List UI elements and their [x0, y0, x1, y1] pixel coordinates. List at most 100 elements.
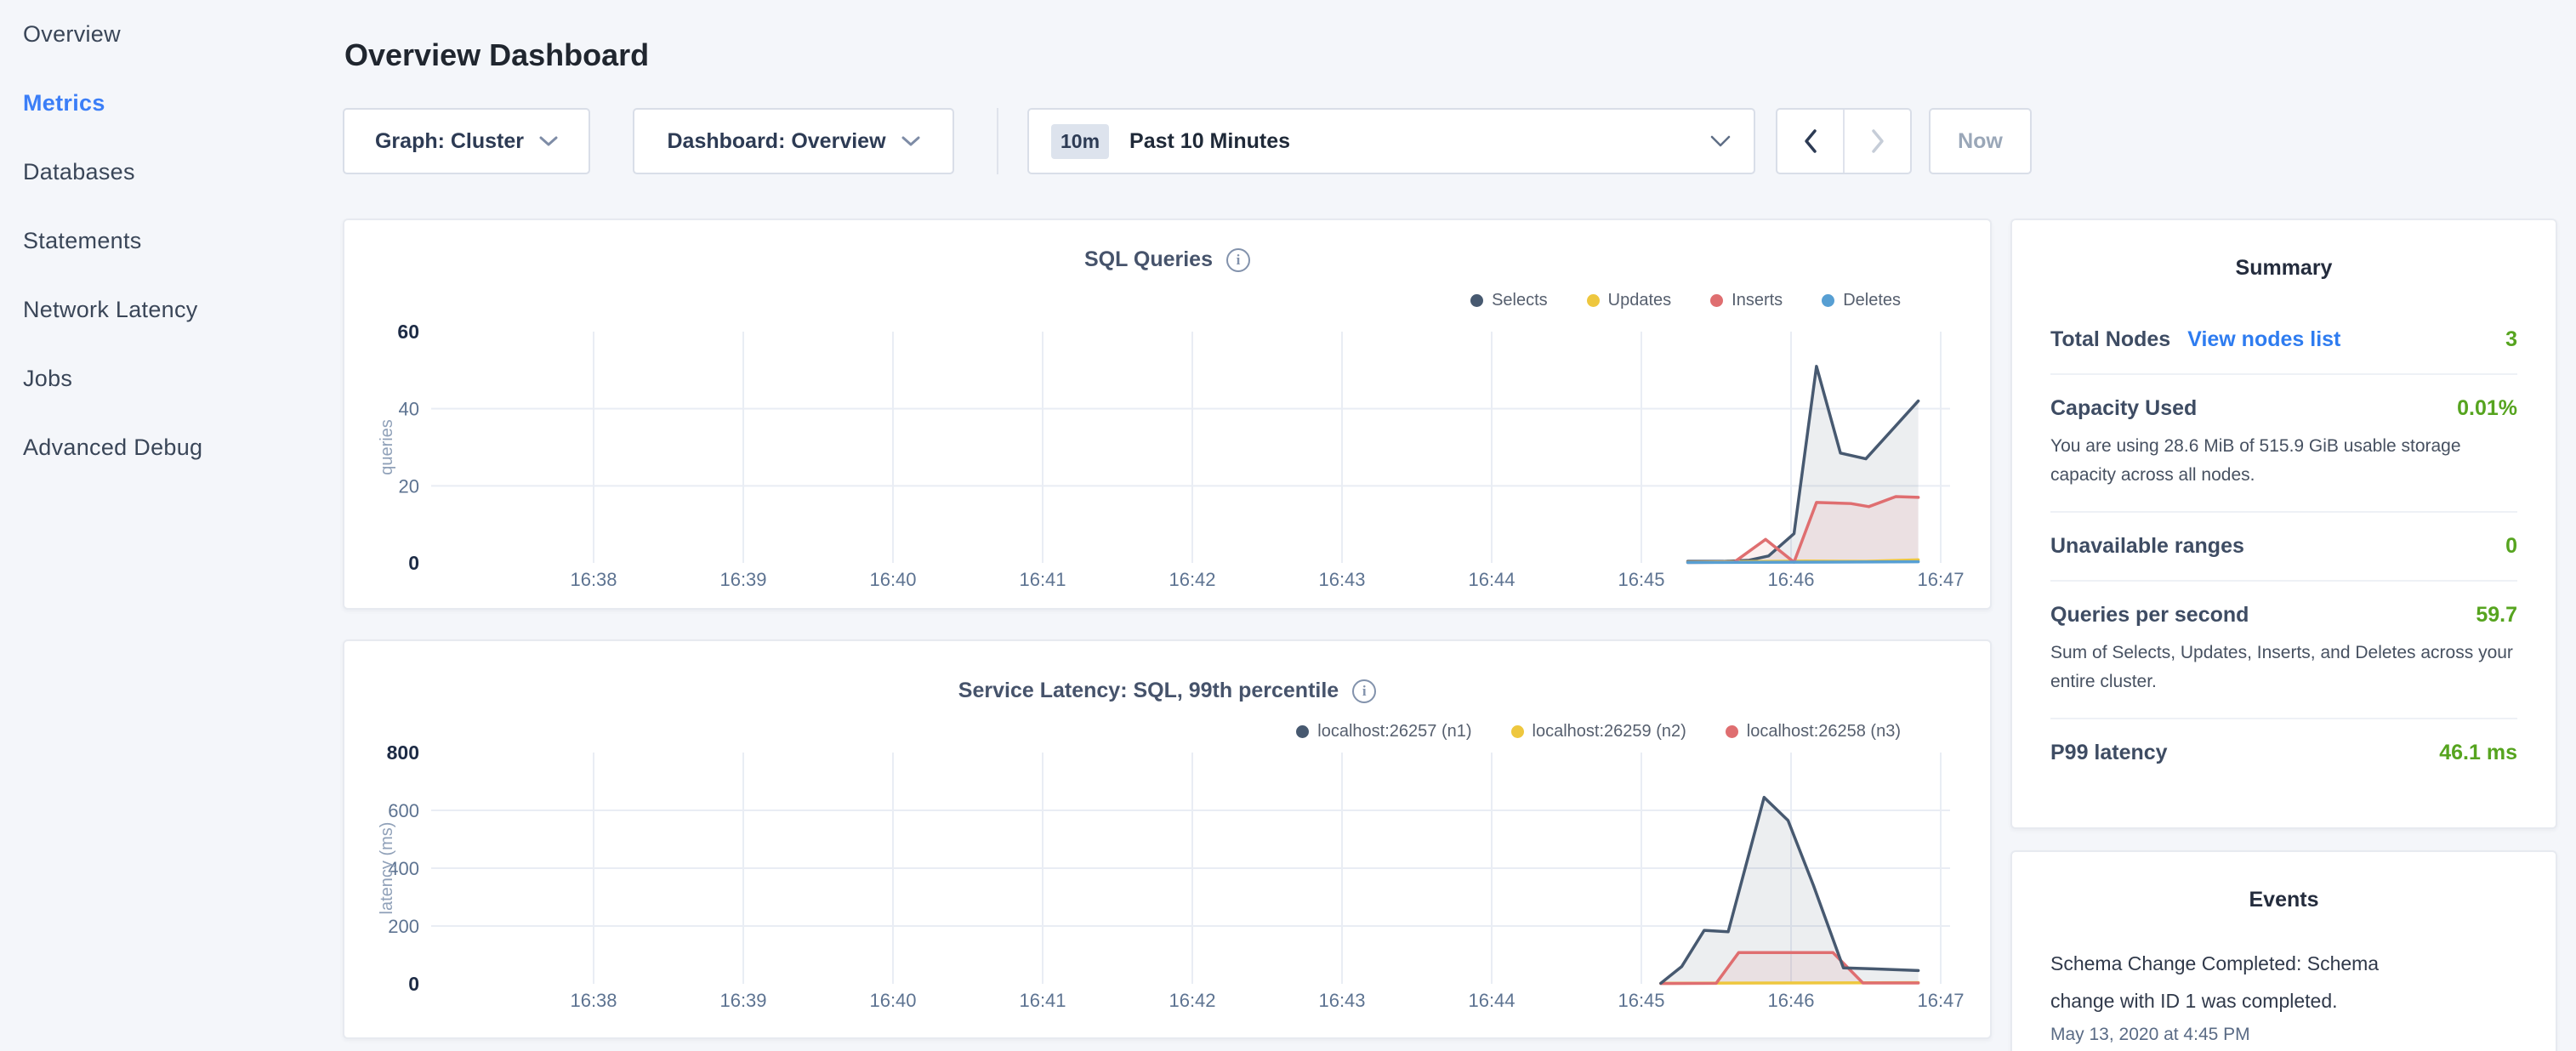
- event-timestamp: May 13, 2020 at 4:45 PM: [2050, 1025, 2517, 1045]
- x-axis-tick-label: 16:41: [1019, 990, 1066, 1011]
- summary-row-label: P99 latency: [2050, 741, 2168, 765]
- series-line: [1688, 562, 1919, 563]
- sidebar-item-overview[interactable]: Overview: [23, 0, 337, 69]
- legend-item: Selects: [1470, 291, 1548, 310]
- legend-item: localhost:26258 (n3): [1726, 722, 1901, 741]
- sidebar-item-databases[interactable]: Databases: [23, 138, 337, 207]
- x-axis-tick-label: 16:40: [869, 569, 916, 590]
- time-range-selector[interactable]: 10m Past 10 Minutes: [1027, 108, 1755, 174]
- x-axis-tick-label: 16:47: [1917, 569, 1964, 590]
- chart-title-row: Service Latency: SQL, 99th percentile i: [344, 679, 1990, 703]
- time-range-label: Past 10 Minutes: [1129, 129, 1290, 154]
- sidebar-item-network-latency[interactable]: Network Latency: [23, 276, 337, 344]
- legend-label: Selects: [1492, 291, 1548, 310]
- x-axis-tick-label: 16:43: [1318, 990, 1365, 1011]
- x-axis-tick-label: 16:45: [1618, 569, 1664, 590]
- graph-scope-dropdown[interactable]: Graph: Cluster: [343, 108, 590, 174]
- legend-dot-icon: [1587, 294, 1600, 307]
- x-axis-tick-label: 16:39: [719, 569, 766, 590]
- y-axis-tick-label: 20: [399, 475, 419, 497]
- event-message: Schema Change Completed: Schema change w…: [2050, 945, 2418, 1020]
- sidebar-nav-list: Overview Metrics Databases Statements Ne…: [0, 0, 337, 482]
- legend-dot-icon: [1822, 294, 1834, 307]
- x-axis-tick-label: 16:38: [570, 990, 617, 1011]
- time-step-forward-button[interactable]: [1843, 110, 1910, 173]
- summary-row-description: Sum of Selects, Updates, Inserts, and De…: [2050, 639, 2517, 696]
- summary-row-label: Unavailable ranges: [2050, 534, 2244, 559]
- controls-row: Graph: Cluster Dashboard: Overview 10m P…: [343, 108, 2035, 174]
- x-axis-tick-label: 16:41: [1019, 569, 1066, 590]
- summary-row-capacity-used: Capacity Used 0.01% You are using 28.6 M…: [2050, 373, 2517, 511]
- chart-title: Service Latency: SQL, 99th percentile: [958, 679, 1339, 703]
- events-title: Events: [2050, 888, 2517, 912]
- summary-row-label: Total Nodes: [2050, 327, 2170, 352]
- time-step-buttons: [1776, 108, 1912, 174]
- legend-dot-icon: [1470, 294, 1483, 307]
- legend-label: Inserts: [1732, 291, 1783, 310]
- summary-row-queries-per-second: Queries per second 59.7 Sum of Selects, …: [2050, 580, 2517, 718]
- main-content: Overview Dashboard Graph: Cluster Dashbo…: [343, 0, 2035, 1051]
- legend-label: localhost:26259 (n2): [1533, 722, 1686, 741]
- x-axis-tick-label: 16:47: [1917, 990, 1964, 1011]
- x-axis-tick-label: 16:43: [1318, 569, 1365, 590]
- y-axis-title: latency (ms): [378, 822, 396, 915]
- time-step-back-button[interactable]: [1777, 110, 1843, 173]
- info-icon[interactable]: i: [1226, 248, 1250, 272]
- y-axis-tick-label: 60: [397, 322, 419, 343]
- sidebar-item-statements[interactable]: Statements: [23, 207, 337, 276]
- summary-title: Summary: [2050, 256, 2517, 281]
- legend-dot-icon: [1710, 294, 1723, 307]
- y-axis-tick-label: 0: [408, 552, 419, 574]
- legend-item: Inserts: [1710, 291, 1783, 310]
- sql-queries-plot[interactable]: 16:3816:3916:4016:4116:4216:4316:4416:45…: [344, 322, 1993, 603]
- y-axis-tick-label: 0: [408, 973, 419, 995]
- x-axis-tick-label: 16:40: [869, 990, 916, 1011]
- summary-row-total-nodes: Total Nodes View nodes list 3: [2050, 306, 2517, 373]
- x-axis-tick-label: 16:42: [1169, 990, 1215, 1011]
- x-axis-tick-label: 16:44: [1468, 990, 1515, 1011]
- sidebar: Overview Metrics Databases Statements Ne…: [0, 0, 337, 1051]
- legend-item: Updates: [1587, 291, 1672, 310]
- db-console-page: Overview Metrics Databases Statements Ne…: [0, 0, 2576, 1051]
- legend-label: localhost:26258 (n3): [1747, 722, 1901, 741]
- graph-scope-label: Graph: Cluster: [375, 129, 524, 154]
- x-axis-tick-label: 16:38: [570, 569, 617, 590]
- controls-divider: [997, 108, 998, 174]
- service-latency-plot[interactable]: 16:38 16:39 16:40 16:41 16:42 16:43 16:44 16:45…: [344, 743, 1993, 1024]
- summary-panel: Summary Total Nodes View nodes list 3 Ca…: [2010, 219, 2557, 829]
- summary-row-value: 0: [2505, 534, 2517, 559]
- chevron-down-icon: [1709, 134, 1732, 148]
- legend-dot-icon: [1296, 725, 1309, 738]
- chevron-left-icon: [1803, 128, 1818, 154]
- chart-legend: SelectsUpdatesInsertsDeletes: [1470, 291, 1901, 310]
- sidebar-item-advanced-debug[interactable]: Advanced Debug: [23, 413, 337, 482]
- chart-title-row: SQL Queries i: [344, 247, 1990, 272]
- legend-item: localhost:26257 (n1): [1296, 722, 1471, 741]
- service-latency-chart-card: Service Latency: SQL, 99th percentile i …: [343, 639, 1992, 1039]
- sql-queries-chart-card: SQL Queries i SelectsUpdatesInsertsDelet…: [343, 219, 1992, 610]
- event-list-item[interactable]: Schema Change Completed: Schema change w…: [2050, 945, 2517, 1045]
- sidebar-item-metrics[interactable]: Metrics: [23, 69, 337, 138]
- view-nodes-list-link[interactable]: View nodes list: [2187, 327, 2340, 352]
- summary-row-value: 3: [2505, 327, 2517, 352]
- dashboard-label: Dashboard: Overview: [667, 129, 885, 154]
- summary-row-value: 0.01%: [2457, 396, 2517, 421]
- legend-item: localhost:26259 (n2): [1511, 722, 1686, 741]
- x-axis-tick-label: 16:45: [1618, 990, 1664, 1011]
- x-axis-tick-label: 16:46: [1767, 569, 1814, 590]
- summary-row-value: 59.7: [2476, 603, 2517, 628]
- summary-row-label: Queries per second: [2050, 603, 2249, 628]
- legend-dot-icon: [1511, 725, 1524, 738]
- now-button[interactable]: Now: [1929, 108, 2032, 174]
- x-axis-tick-label: 16:42: [1169, 569, 1215, 590]
- chart-legend: localhost:26257 (n1) localhost:26259 (n2)…: [1296, 722, 1901, 741]
- sidebar-item-jobs[interactable]: Jobs: [23, 344, 337, 413]
- dashboard-dropdown[interactable]: Dashboard: Overview: [633, 108, 954, 174]
- y-axis-tick-label: 40: [399, 399, 419, 420]
- info-icon[interactable]: i: [1352, 679, 1376, 703]
- x-axis-tick-label: 16:39: [719, 990, 766, 1011]
- y-axis-title: queries: [378, 419, 396, 475]
- time-range-badge: 10m: [1051, 124, 1109, 159]
- events-panel: Events Schema Change Completed: Schema c…: [2010, 850, 2557, 1051]
- legend-label: Updates: [1608, 291, 1672, 310]
